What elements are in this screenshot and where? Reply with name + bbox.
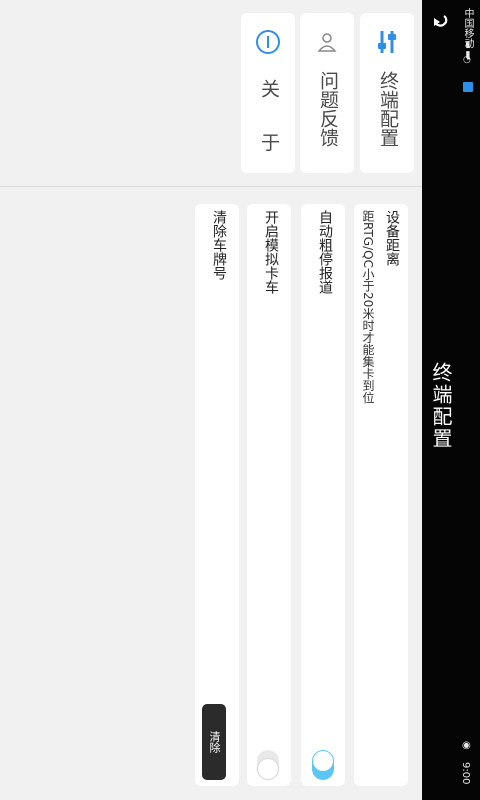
location-icon: ◉ — [462, 740, 471, 751]
info-icon — [255, 29, 281, 55]
config-card[interactable]: 终端配置 — [360, 13, 414, 173]
about-card[interactable]: 关 于 — [241, 13, 295, 173]
clear-plate-title: 清除车牌号 — [211, 210, 227, 280]
device-distance-card[interactable]: 设备距离 距RTG/QC小于20米时才能集卡到位 — [354, 204, 408, 786]
simulate-truck-title: 开启模拟卡车 — [263, 210, 279, 294]
clear-button[interactable]: 清除 — [202, 704, 226, 780]
feedback-label: 问题反馈 — [317, 71, 339, 147]
person-icon — [314, 29, 340, 55]
config-label: 终端配置 — [377, 71, 399, 147]
auto-report-card: 自动粗停报道 — [301, 204, 345, 786]
clock: 9:00 — [460, 762, 471, 785]
divider — [0, 186, 422, 187]
device-distance-title: 设备距离 — [384, 210, 400, 266]
simulate-truck-card: 开启模拟卡车 — [247, 204, 291, 786]
device-distance-desc: 距RTG/QC小于20米时才能集卡到位 — [361, 210, 375, 404]
battery-icon — [463, 82, 473, 92]
sliders-icon — [374, 29, 400, 55]
clear-plate-card: 清除车牌号 — [195, 204, 239, 786]
feedback-card[interactable]: 问题反馈 — [300, 13, 354, 173]
simulate-truck-toggle[interactable] — [257, 750, 279, 780]
wifi-icon: ◔ — [463, 55, 471, 65]
auto-report-toggle[interactable] — [312, 750, 334, 780]
back-icon[interactable] — [430, 12, 450, 32]
auto-report-title: 自动粗停报道 — [317, 210, 333, 294]
page-title: 终端配置 — [429, 362, 453, 450]
about-label: 关 于 — [258, 79, 280, 166]
